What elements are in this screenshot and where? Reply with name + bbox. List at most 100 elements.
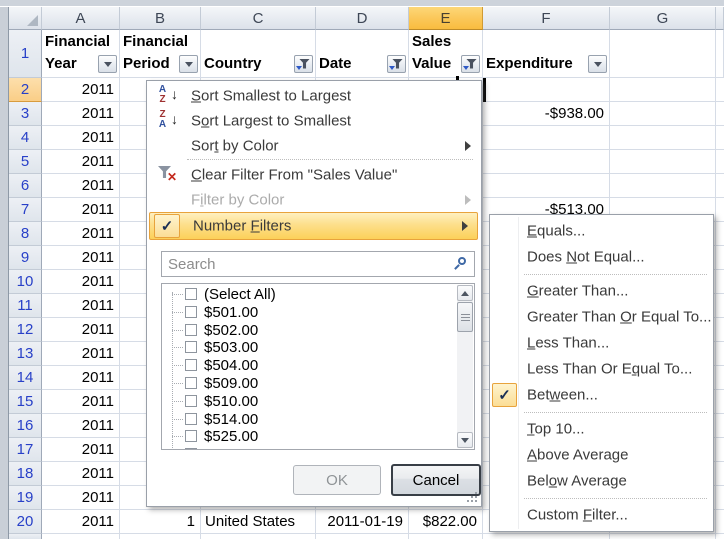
header-cell-partial1[interactable]: [716, 30, 724, 78]
cell-H13[interactable]: [716, 342, 724, 366]
cell-A11[interactable]: 2011: [42, 294, 120, 318]
submenu-item-below-average[interactable]: Below Average: [491, 468, 712, 494]
checkbox[interactable]: [185, 377, 197, 389]
cell-A4[interactable]: 2011: [42, 126, 120, 150]
row-header-7[interactable]: 7: [9, 198, 42, 222]
cell-A9[interactable]: 2011: [42, 246, 120, 270]
cell-F6[interactable]: [483, 174, 610, 198]
search-input[interactable]: [161, 251, 475, 277]
row-header-15[interactable]: 15: [9, 390, 42, 414]
header-cell-G1[interactable]: [610, 30, 716, 78]
column-header-partial[interactable]: [716, 7, 724, 30]
column-header-D[interactable]: D: [316, 7, 409, 30]
cell-G2[interactable]: [610, 78, 716, 102]
header-cell-C1[interactable]: Country: [201, 30, 316, 78]
cell-A20[interactable]: 2011: [42, 510, 120, 534]
row-header-5[interactable]: 5: [9, 150, 42, 174]
cell-H2[interactable]: [716, 78, 724, 102]
row-header-6[interactable]: 6: [9, 174, 42, 198]
filter-value-item-503-00[interactable]: $503.00: [162, 339, 452, 357]
header-cell-B1[interactable]: FinancialPeriod: [120, 30, 201, 78]
filter-value-list[interactable]: (Select All)$501.00$502.00$503.00$504.00…: [161, 283, 475, 450]
menu-item-sort-by-color[interactable]: Sort by Color: [148, 133, 480, 158]
row-header-2[interactable]: 2: [9, 78, 42, 102]
submenu-item-equals[interactable]: Equals...: [491, 218, 712, 244]
column-header-G[interactable]: G: [610, 7, 716, 30]
cell-H20[interactable]: [716, 510, 724, 534]
submenu-item-does-not-equal[interactable]: Does Not Equal...: [491, 244, 712, 270]
filter-value-item-510-00[interactable]: $510.00: [162, 393, 452, 411]
filter-value-item-502-00[interactable]: $502.00: [162, 322, 452, 340]
menu-item-sort-largest-to-smallest[interactable]: Sort Largest to SmallestZA↓: [148, 108, 480, 133]
row-header-17[interactable]: 17: [9, 438, 42, 462]
submenu-item-custom-filter[interactable]: Custom Filter...: [491, 502, 712, 528]
cell-A7[interactable]: 2011: [42, 198, 120, 222]
cell-A10[interactable]: 2011: [42, 270, 120, 294]
cell-H8[interactable]: [716, 222, 724, 246]
menu-item-sort-smallest-to-largest[interactable]: Sort Smallest to LargestAZ↓: [148, 83, 480, 108]
scroll-thumb[interactable]: [457, 302, 473, 332]
checkbox[interactable]: [185, 324, 197, 336]
cell-F5[interactable]: [483, 150, 610, 174]
cell-A15[interactable]: 2011: [42, 390, 120, 414]
cell-H9[interactable]: [716, 246, 724, 270]
cell-G3[interactable]: [610, 102, 716, 126]
cell-H18[interactable]: [716, 462, 724, 486]
cell-B20[interactable]: 1: [120, 510, 201, 534]
column-header-F[interactable]: F: [483, 7, 610, 30]
row-header-10[interactable]: 10: [9, 270, 42, 294]
row-header-14[interactable]: 14: [9, 366, 42, 390]
checkbox[interactable]: [185, 359, 197, 371]
menu-item-number-filters[interactable]: Number Filters✓: [149, 212, 478, 240]
filter-button-country[interactable]: [294, 55, 313, 73]
column-header-A[interactable]: A: [42, 7, 120, 30]
row-header-16[interactable]: 16: [9, 414, 42, 438]
value-list-scrollbar[interactable]: [457, 285, 473, 448]
row-header-20[interactable]: 20: [9, 510, 42, 534]
cell-A2[interactable]: 2011: [42, 78, 120, 102]
cell-F3[interactable]: -$938.00: [483, 102, 610, 126]
cell-H6[interactable]: [716, 174, 724, 198]
cell-G4[interactable]: [610, 126, 716, 150]
cell-H15[interactable]: [716, 390, 724, 414]
row-header-11[interactable]: 11: [9, 294, 42, 318]
cell-H19[interactable]: [716, 486, 724, 510]
cell-H10[interactable]: [716, 270, 724, 294]
row-header-12[interactable]: 12: [9, 318, 42, 342]
cell-A16[interactable]: 2011: [42, 414, 120, 438]
cell-A19[interactable]: 2011: [42, 486, 120, 510]
column-header-C[interactable]: C: [201, 7, 316, 30]
checkbox[interactable]: [185, 413, 197, 425]
select-all-corner[interactable]: [9, 7, 42, 30]
row-header-1[interactable]: 1: [9, 30, 42, 78]
cell-A13[interactable]: 2011: [42, 342, 120, 366]
submenu-item-greater-than[interactable]: Greater Than...: [491, 278, 712, 304]
column-header-E[interactable]: E: [409, 7, 483, 30]
cell-C20[interactable]: United States: [201, 510, 316, 534]
cell-A8[interactable]: 2011: [42, 222, 120, 246]
cell-A5[interactable]: 2011: [42, 150, 120, 174]
submenu-item-greater-than-or-equal-to[interactable]: Greater Than Or Equal To...: [491, 304, 712, 330]
cell-A6[interactable]: 2011: [42, 174, 120, 198]
filter-value-item-509-00[interactable]: $509.00: [162, 375, 452, 393]
cell-H11[interactable]: [716, 294, 724, 318]
header-cell-A1[interactable]: FinancialYear: [42, 30, 120, 78]
cell-F2[interactable]: [483, 78, 610, 102]
row-header-3[interactable]: 3: [9, 102, 42, 126]
filter-value-item-504-00[interactable]: $504.00: [162, 357, 452, 375]
checkbox[interactable]: [185, 341, 197, 353]
cell-H4[interactable]: [716, 126, 724, 150]
cell-A12[interactable]: 2011: [42, 318, 120, 342]
row-header-13[interactable]: 13: [9, 342, 42, 366]
checkbox[interactable]: [185, 306, 197, 318]
submenu-item-above-average[interactable]: Above Average: [491, 442, 712, 468]
cell-H5[interactable]: [716, 150, 724, 174]
filter-value-item-select-all[interactable]: (Select All): [162, 286, 452, 304]
cell-F4[interactable]: [483, 126, 610, 150]
row-header-8[interactable]: 8: [9, 222, 42, 246]
header-cell-E1[interactable]: SalesValue: [409, 30, 483, 78]
cell-A14[interactable]: 2011: [42, 366, 120, 390]
cell-G6[interactable]: [610, 174, 716, 198]
filter-value-item-514-00[interactable]: $514.00: [162, 411, 452, 429]
cell-H14[interactable]: [716, 366, 724, 390]
